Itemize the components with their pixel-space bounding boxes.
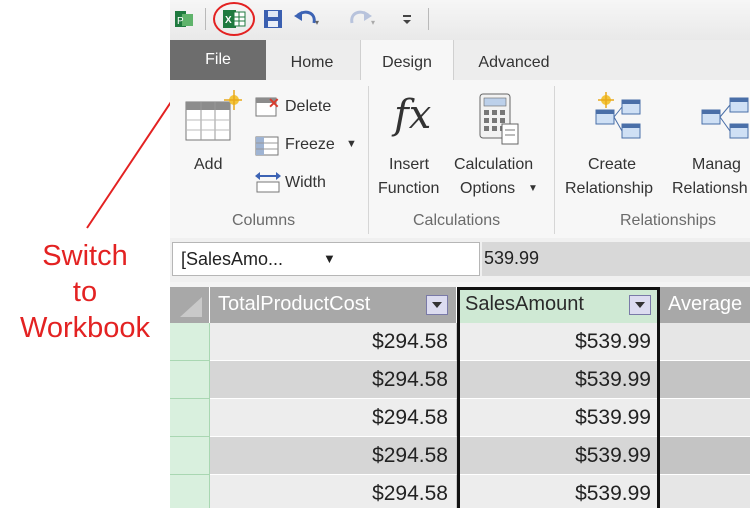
select-all-corner[interactable] <box>170 287 210 323</box>
customize-toolbar-icon[interactable] <box>400 8 414 30</box>
row-header[interactable] <box>170 437 210 475</box>
annotation-line: to <box>72 276 98 308</box>
svg-text:▾: ▾ <box>371 18 375 27</box>
calculations-group-label: Calculations <box>413 212 501 229</box>
insert-function-line1: Insert <box>389 156 430 173</box>
ribbon-tabs: File Home Design Advanced <box>170 40 750 80</box>
tab-design[interactable]: Design <box>360 40 454 80</box>
table-row: $294.58 $539.99 <box>170 361 750 399</box>
row-header[interactable] <box>170 399 210 437</box>
table-row: $294.58 $539.99 <box>170 475 750 508</box>
formula-value: 539.99 <box>484 248 540 268</box>
tab-home[interactable]: Home <box>274 40 350 80</box>
save-icon[interactable] <box>262 8 284 30</box>
tab-advanced[interactable]: Advanced <box>460 40 568 80</box>
cell-totalproductcost[interactable]: $294.58 <box>210 399 457 437</box>
column-width-icon <box>255 172 281 193</box>
column-header-totalproductcost[interactable]: TotalProductCost <box>210 287 457 323</box>
manage-relationships-line1: Manag <box>692 156 741 173</box>
fx-icon: fx <box>394 92 432 138</box>
add-column-icon <box>185 90 242 141</box>
switch-highlight-ring <box>213 2 255 36</box>
column-width-label: Width <box>285 174 326 191</box>
cell-salesamount[interactable]: $539.99 <box>457 475 660 508</box>
filter-dropdown-icon[interactable] <box>426 295 448 315</box>
cell-salesamount[interactable]: $539.99 <box>457 323 660 361</box>
powerpivot-icon[interactable]: P <box>172 8 196 30</box>
calculation-options-dropdown-icon: ▼ <box>528 183 538 194</box>
svg-text:P: P <box>177 16 184 27</box>
svg-text:▾: ▾ <box>315 18 319 27</box>
name-box[interactable]: [SalesAmo... ▼ <box>172 242 480 276</box>
cell-average[interactable] <box>660 437 750 475</box>
relationships-group-label: Relationships <box>620 212 717 229</box>
cell-totalproductcost[interactable]: $294.58 <box>210 475 457 508</box>
cell-totalproductcost[interactable]: $294.58 <box>210 437 457 475</box>
table-row: $294.58 $539.99 <box>170 437 750 475</box>
powerpivot-window: P X ▾ ▾ File Home Design Advanced Add ✕ … <box>170 0 750 508</box>
calculation-options-line1: Calculation <box>454 156 534 173</box>
column-header-salesamount[interactable]: SalesAmount <box>457 287 660 323</box>
column-header-label: Average <box>668 293 743 315</box>
cell-average[interactable] <box>660 323 750 361</box>
column-header-average[interactable]: Average <box>660 287 750 323</box>
data-grid: TotalProductCost SalesAmount Average $29… <box>170 287 750 508</box>
create-relationship-line1: Create <box>588 156 637 173</box>
annotation-line: Workbook <box>19 312 151 344</box>
filter-dropdown-icon[interactable] <box>629 295 651 315</box>
cell-average[interactable] <box>660 475 750 508</box>
name-box-dropdown-icon[interactable]: ▼ <box>323 251 336 266</box>
table-row: $294.58 $539.99 <box>170 399 750 437</box>
manage-relationships-line2: Relationsh <box>672 180 748 197</box>
delete-column-icon: ✕ <box>255 95 280 117</box>
create-relationship-line2: Relationship <box>565 180 654 197</box>
add-column-label: Add <box>194 156 223 173</box>
freeze-column-label: Freeze <box>285 136 335 153</box>
column-header-label: TotalProductCost <box>218 293 371 315</box>
cell-average[interactable] <box>660 399 750 437</box>
name-box-value: [SalesAmo... <box>181 249 284 269</box>
row-header[interactable] <box>170 475 210 508</box>
cell-totalproductcost[interactable]: $294.58 <box>210 361 457 399</box>
cell-totalproductcost[interactable]: $294.58 <box>210 323 457 361</box>
manage-relationships-icon <box>701 97 749 139</box>
cell-salesamount[interactable]: $539.99 <box>457 399 660 437</box>
formula-bar: [SalesAmo... ▼ 539.99 <box>170 238 750 282</box>
ribbon: Add ✕ Delete Freeze ▼ Width Columns fx I… <box>170 80 750 239</box>
freeze-column-icon <box>255 136 279 156</box>
columns-group-label: Columns <box>232 212 296 229</box>
row-header[interactable] <box>170 361 210 399</box>
cell-average[interactable] <box>660 361 750 399</box>
tab-file[interactable]: File <box>170 40 266 80</box>
calculation-options-line2: Options <box>460 180 516 197</box>
create-relationship-icon <box>595 92 641 139</box>
svg-text:✕: ✕ <box>268 95 280 111</box>
table-row: $294.58 $539.99 <box>170 323 750 361</box>
cell-salesamount[interactable]: $539.99 <box>457 437 660 475</box>
switch-to-workbook-annotation: Switch to Workbook <box>0 238 170 346</box>
undo-icon[interactable]: ▾ <box>292 8 322 30</box>
freeze-dropdown-icon: ▼ <box>346 138 357 150</box>
delete-column-label: Delete <box>285 98 332 115</box>
formula-input[interactable]: 539.99 <box>482 242 750 276</box>
insert-function-line2: Function <box>378 180 440 197</box>
row-header[interactable] <box>170 323 210 361</box>
cell-salesamount[interactable]: $539.99 <box>457 361 660 399</box>
quick-access-toolbar: P X ▾ ▾ <box>170 0 750 40</box>
column-header-label: SalesAmount <box>465 293 584 315</box>
redo-icon[interactable]: ▾ <box>346 8 378 30</box>
calculator-icon <box>479 93 519 145</box>
annotation-line: Switch <box>42 240 128 272</box>
